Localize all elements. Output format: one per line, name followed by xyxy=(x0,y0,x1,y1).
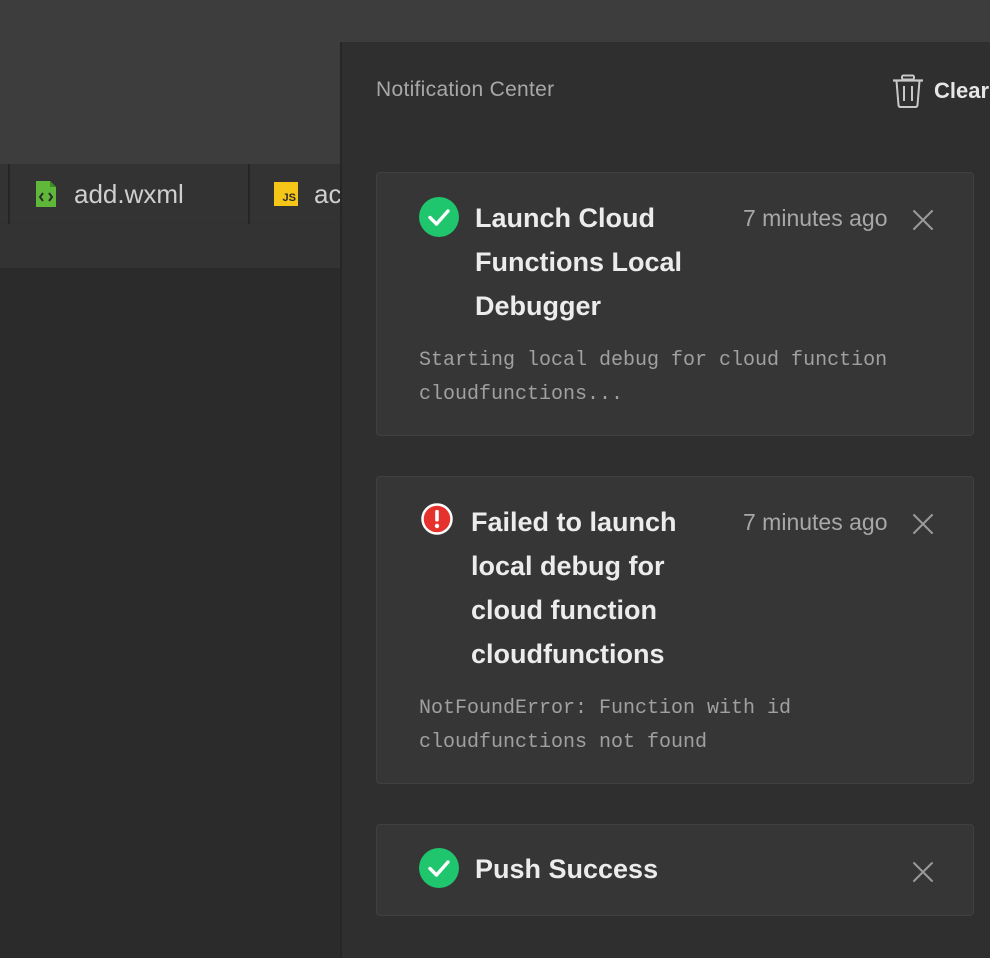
trash-icon xyxy=(893,74,923,108)
tab-label: ac xyxy=(314,178,342,209)
notification-card: Failed to launch local debug for cloud f… xyxy=(376,476,974,784)
close-icon[interactable] xyxy=(911,512,935,536)
close-icon[interactable] xyxy=(911,860,935,884)
tab-add-wxml[interactable]: add.wxml xyxy=(34,164,184,224)
clear-label: Clear xyxy=(934,78,990,103)
js-file-icon: JS xyxy=(274,182,298,206)
notification-body: NotFoundError: Function with id cloudfun… xyxy=(419,697,792,754)
success-check-icon xyxy=(419,848,459,888)
notification-title: Push Success xyxy=(475,854,659,884)
notification-body: Starting local debug for cloud function … xyxy=(419,349,888,406)
notification-title: Launch Cloud Functions Local Debugger xyxy=(475,203,683,321)
tab-label: add.wxml xyxy=(74,178,184,209)
tab-add-js[interactable]: JS ac xyxy=(274,164,341,224)
error-alert-icon xyxy=(421,503,453,535)
notification-center-panel: Notification Center Clear Launch Cloud F… xyxy=(340,42,990,958)
success-check-icon xyxy=(419,197,459,237)
editor-tab-bar: add.wxml JS ac xyxy=(0,164,342,225)
tab-divider xyxy=(8,164,10,224)
notification-card: Launch Cloud Functions Local Debugger 7 … xyxy=(376,172,974,436)
editor-area xyxy=(0,268,342,958)
editor-breadcrumb-bar xyxy=(0,224,342,268)
notification-card: Push Success xyxy=(376,824,974,916)
notification-title: Failed to launch local debug for cloud f… xyxy=(471,507,677,669)
panel-title: Notification Center xyxy=(376,78,555,101)
tab-divider xyxy=(248,164,250,224)
notification-time: 7 minutes ago xyxy=(743,205,888,231)
clear-all-button[interactable]: Clear xyxy=(892,74,989,108)
ide-window: add.wxml JS ac Notification Center Clear xyxy=(0,0,990,958)
notification-time: 7 minutes ago xyxy=(743,509,888,535)
close-icon[interactable] xyxy=(911,208,935,232)
wxml-file-icon xyxy=(36,181,56,207)
